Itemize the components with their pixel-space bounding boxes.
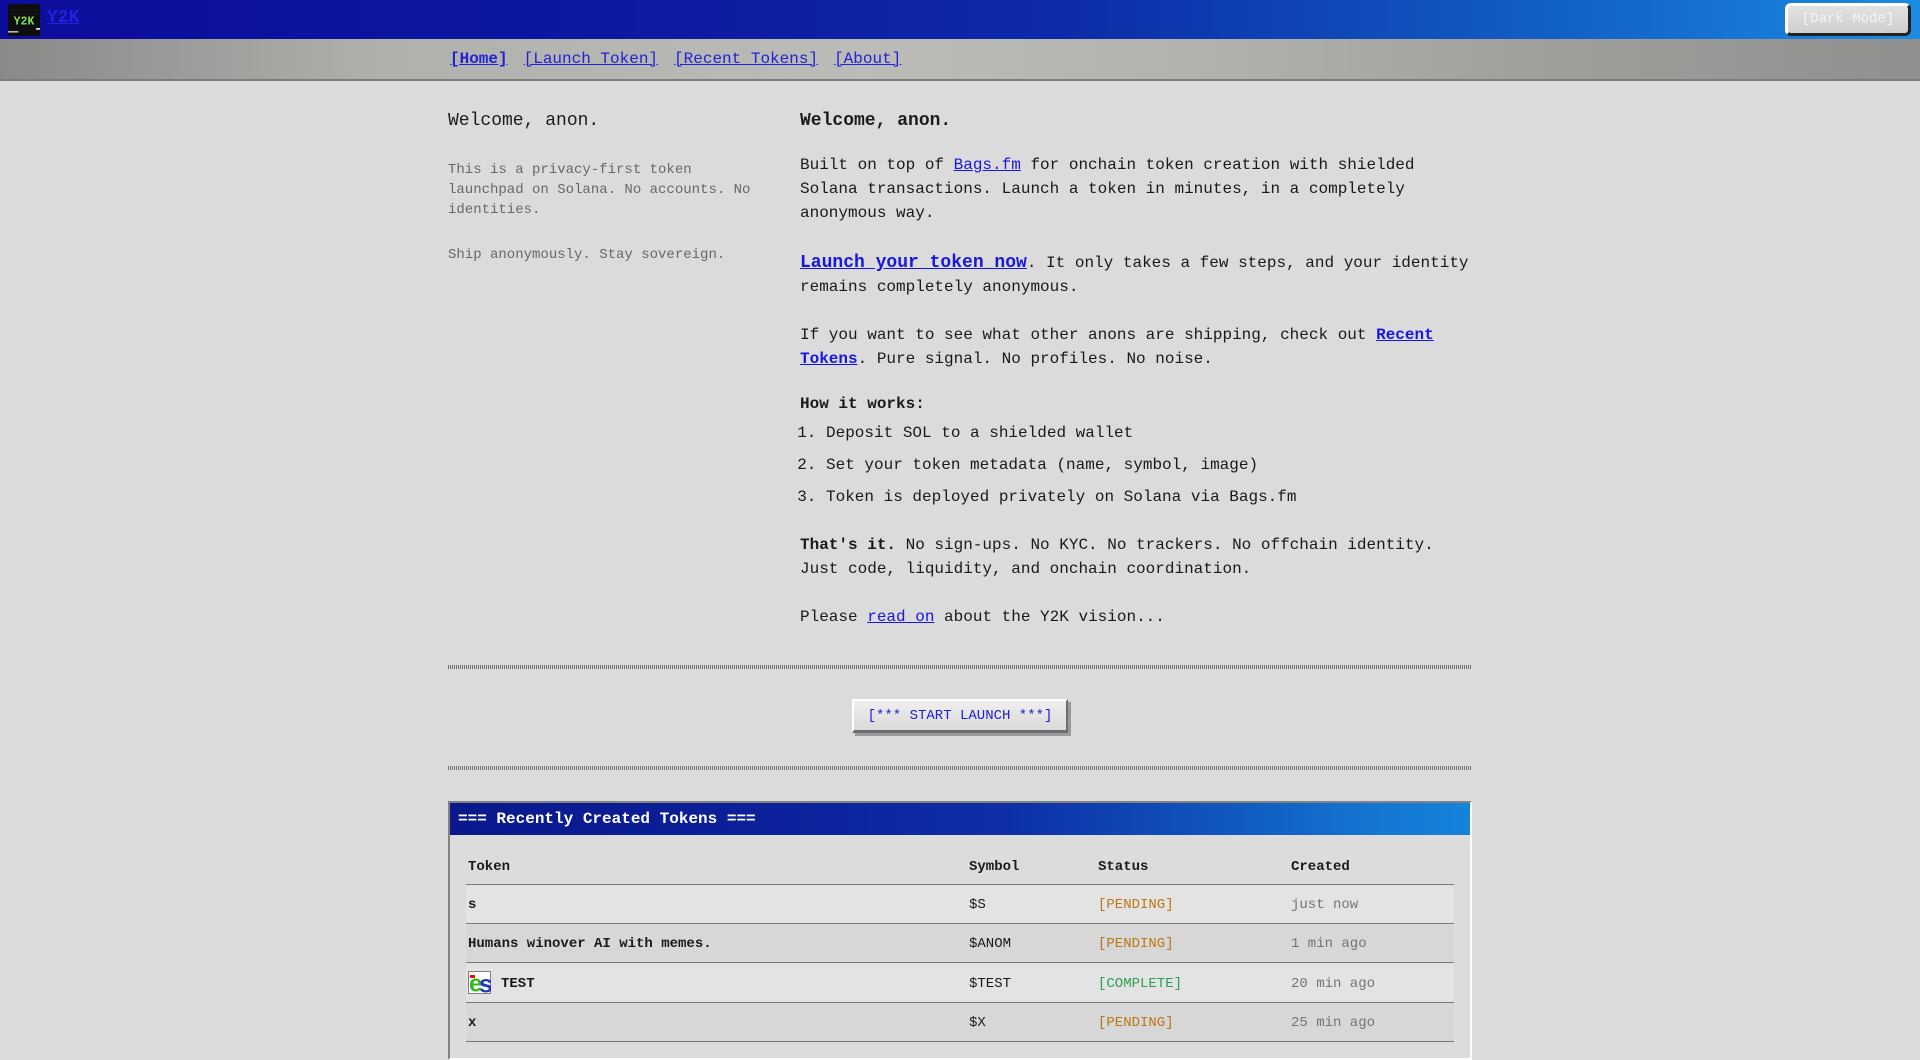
svg-text:s: s xyxy=(479,971,491,994)
svg-text:Y2K: Y2K xyxy=(14,16,35,29)
